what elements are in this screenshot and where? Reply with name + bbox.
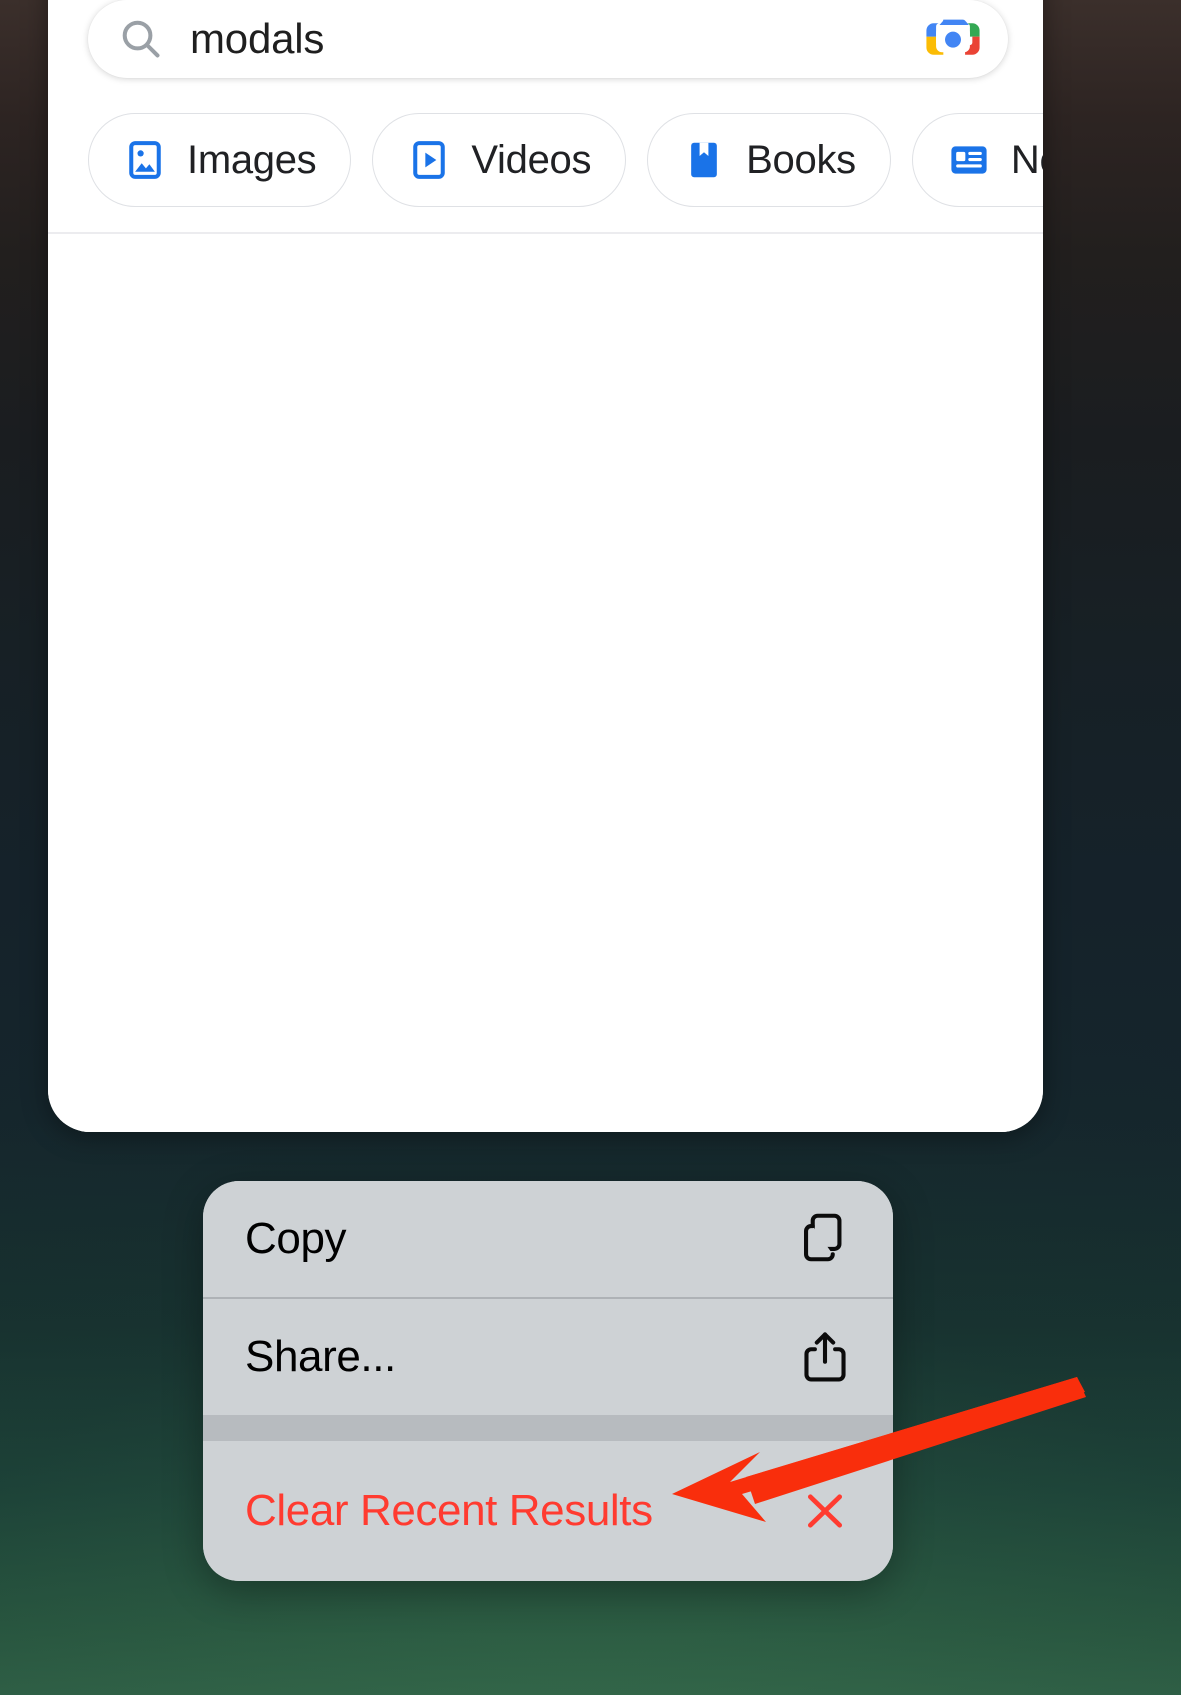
chip-images[interactable]: Images xyxy=(88,113,352,207)
chip-news[interactable]: News xyxy=(911,113,1043,207)
chip-books-label: Books xyxy=(746,138,856,182)
chip-videos[interactable]: Videos xyxy=(372,113,627,207)
results-list-empty xyxy=(48,234,1043,1132)
menu-item-share-label: Share... xyxy=(245,1331,396,1381)
copy-documents-icon xyxy=(804,1213,842,1262)
book-bookmark-icon xyxy=(691,142,718,178)
menu-item-share[interactable]: Share... xyxy=(203,1298,893,1415)
search-icon xyxy=(122,20,160,58)
chip-books[interactable]: Books xyxy=(647,113,891,207)
chip-news-label: News xyxy=(1010,138,1043,182)
search-bar[interactable]: modals xyxy=(88,0,1008,78)
menu-item-copy[interactable]: Copy xyxy=(203,1181,893,1297)
search-bar-container: modals xyxy=(88,0,1008,78)
newspaper-icon xyxy=(951,146,987,174)
chip-videos-label: Videos xyxy=(471,138,592,182)
phone-screen: modals Images Videos Books N Copy Share.… xyxy=(0,0,1181,1695)
menu-item-copy-label: Copy xyxy=(245,1214,347,1263)
search-results-sheet: modals Images Videos Books N xyxy=(48,0,1043,1132)
menu-section-gap xyxy=(203,1414,893,1441)
search-input[interactable]: modals xyxy=(190,18,924,60)
video-play-icon xyxy=(413,141,446,179)
menu-item-clear-recent-results[interactable]: Clear Recent Results xyxy=(203,1440,893,1581)
google-lens-camera-icon xyxy=(926,19,980,55)
close-x-icon xyxy=(807,1493,843,1528)
share-upload-icon xyxy=(804,1331,846,1381)
image-icon xyxy=(129,141,161,179)
google-lens-button[interactable] xyxy=(924,10,982,68)
chip-images-label: Images xyxy=(187,138,317,182)
filter-chips-row: Images Videos Books N xyxy=(88,113,1043,207)
menu-item-clear-label: Clear Recent Results xyxy=(245,1485,653,1535)
context-menu: Copy Share... Clear Recent Results xyxy=(203,1181,893,1581)
